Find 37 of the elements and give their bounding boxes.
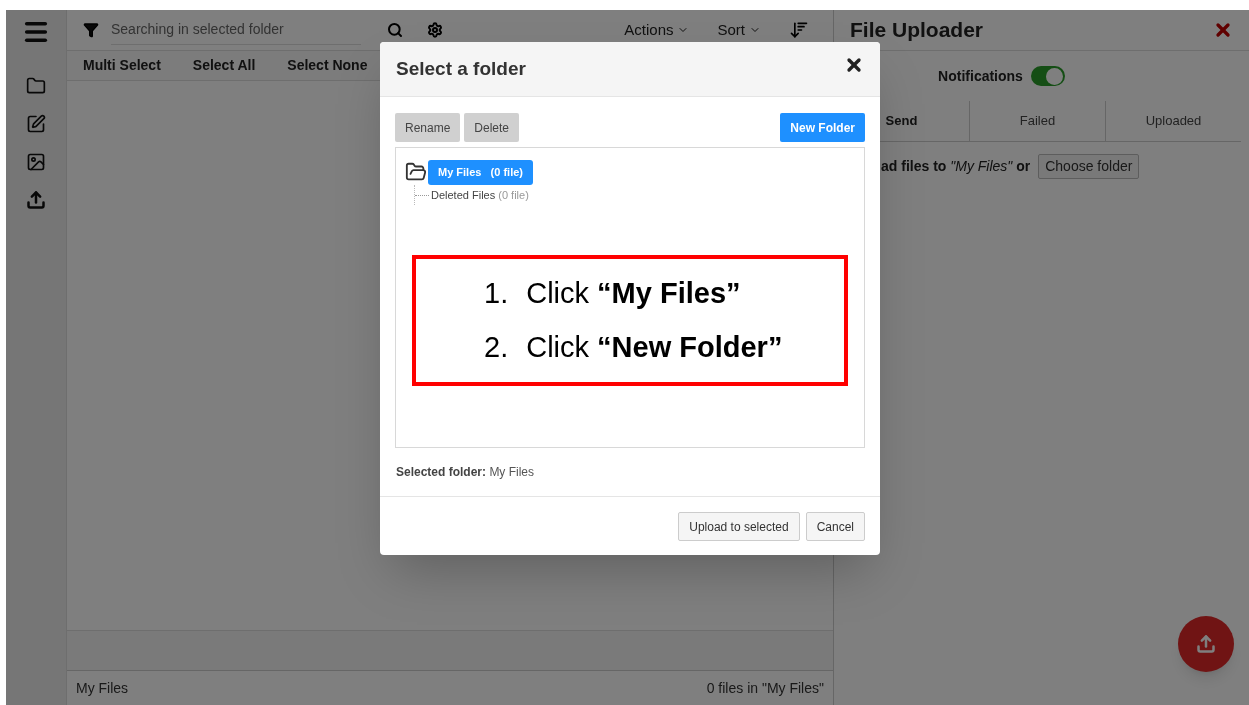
notifications-label: Notifications: [938, 66, 1023, 86]
tab[interactable]: Uploaded: [1105, 101, 1241, 141]
status-text: 0 files in "My Files": [706, 678, 824, 698]
dropdown-menu[interactable]: Sort: [717, 18, 761, 42]
tree-item[interactable]: My Files (0 file): [428, 160, 533, 185]
sort-icon[interactable]: [789, 20, 809, 40]
edit-icon[interactable]: [26, 114, 46, 134]
toggle-switch[interactable]: [1030, 66, 1065, 86]
close-icon[interactable]: [844, 55, 864, 75]
settings-icon[interactable]: [427, 22, 443, 38]
tab[interactable]: Failed: [969, 101, 1105, 141]
dialog-button[interactable]: Delete: [464, 113, 520, 142]
upload-button[interactable]: [1178, 616, 1234, 672]
tree-item[interactable]: Deleted Files (0 file): [429, 184, 531, 205]
selected-folder-text: Selected folder: My Files: [396, 464, 536, 481]
destination-text: ad files to "My Files" or: [881, 157, 1031, 176]
folder-icon[interactable]: [26, 76, 46, 96]
dialog-button[interactable]: New Folder: [780, 113, 865, 142]
dialog-button[interactable]: Rename: [395, 113, 461, 142]
search-icon[interactable]: [387, 22, 403, 38]
dialog-title: Select a folder: [396, 56, 526, 81]
toolbar-button[interactable]: Select All: [192, 55, 256, 76]
toolbar-button[interactable]: Multi Select: [83, 55, 161, 76]
footer-button[interactable]: Upload to selected: [678, 512, 800, 541]
panel-title: File Uploader: [850, 17, 984, 44]
status-text: My Files: [76, 678, 129, 698]
footer-button[interactable]: Cancel: [805, 512, 865, 541]
upload-icon: [1196, 634, 1216, 654]
annotation-text: 1. Click “My Files”: [484, 276, 742, 311]
image-icon[interactable]: [26, 152, 46, 172]
dropdown-menu[interactable]: Actions: [624, 18, 690, 42]
toolbar-button[interactable]: Select None: [287, 55, 368, 76]
search-field[interactable]: Searching in selected folder: [111, 15, 361, 45]
choose-folder-button[interactable]: Choose folder: [1038, 154, 1140, 179]
upload-icon[interactable]: [26, 190, 46, 210]
filter-icon[interactable]: [83, 22, 99, 38]
annotation-text: 2. Click “New Folder”: [484, 329, 784, 365]
